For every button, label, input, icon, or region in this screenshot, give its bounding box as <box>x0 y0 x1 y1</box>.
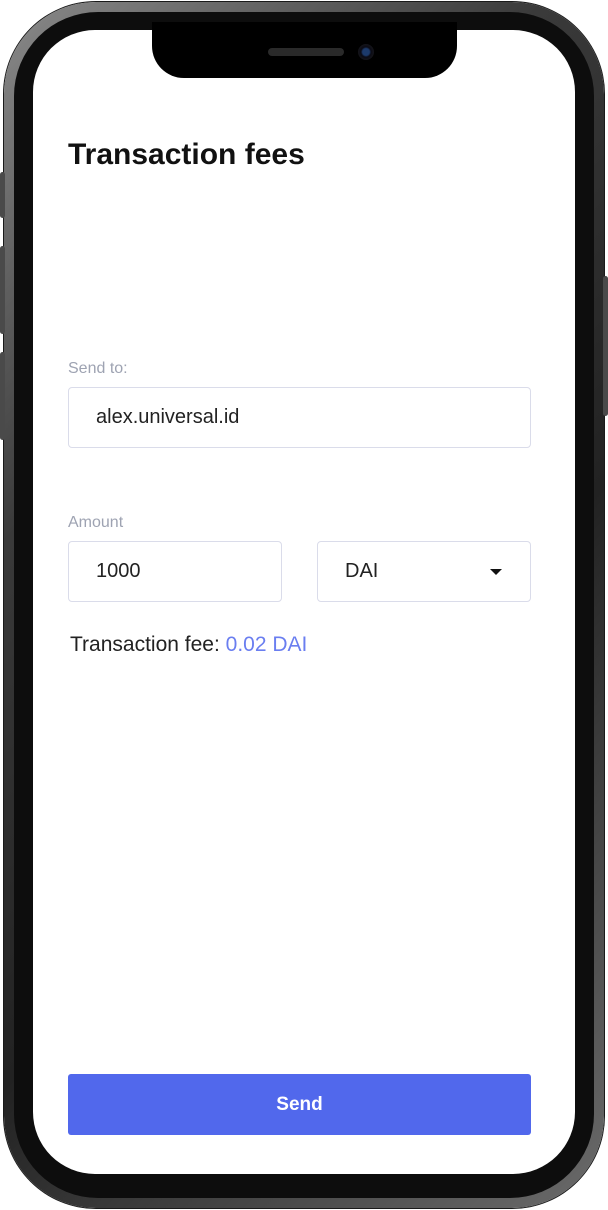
send-to-label: Send to: <box>68 360 128 377</box>
fee-value: 0.02 DAI <box>225 633 308 656</box>
power-button <box>603 276 608 416</box>
currency-value: DAI <box>345 560 379 582</box>
transaction-fee: Transaction fee: 0.02 DAI <box>70 633 307 657</box>
amount-value: 1000 <box>96 560 141 582</box>
volume-down-button <box>0 352 5 440</box>
phone-notch <box>152 22 457 78</box>
currency-select[interactable]: DAI <box>317 541 531 602</box>
amount-input[interactable]: 1000 <box>68 541 282 602</box>
amount-label: Amount <box>68 514 124 531</box>
send-to-value: alex.universal.id <box>96 406 240 428</box>
send-to-input[interactable]: alex.universal.id <box>68 387 531 448</box>
mute-switch <box>0 172 5 218</box>
app-screen: Transaction fees Send to: alex.universal… <box>33 30 575 1174</box>
chevron-down-icon <box>490 569 502 575</box>
page-title: Transaction fees <box>68 138 305 171</box>
fee-label: Transaction fee: <box>70 633 226 656</box>
front-camera-icon <box>358 44 374 60</box>
send-button[interactable]: Send <box>68 1074 531 1135</box>
speaker-grille <box>268 48 344 56</box>
volume-up-button <box>0 246 5 334</box>
